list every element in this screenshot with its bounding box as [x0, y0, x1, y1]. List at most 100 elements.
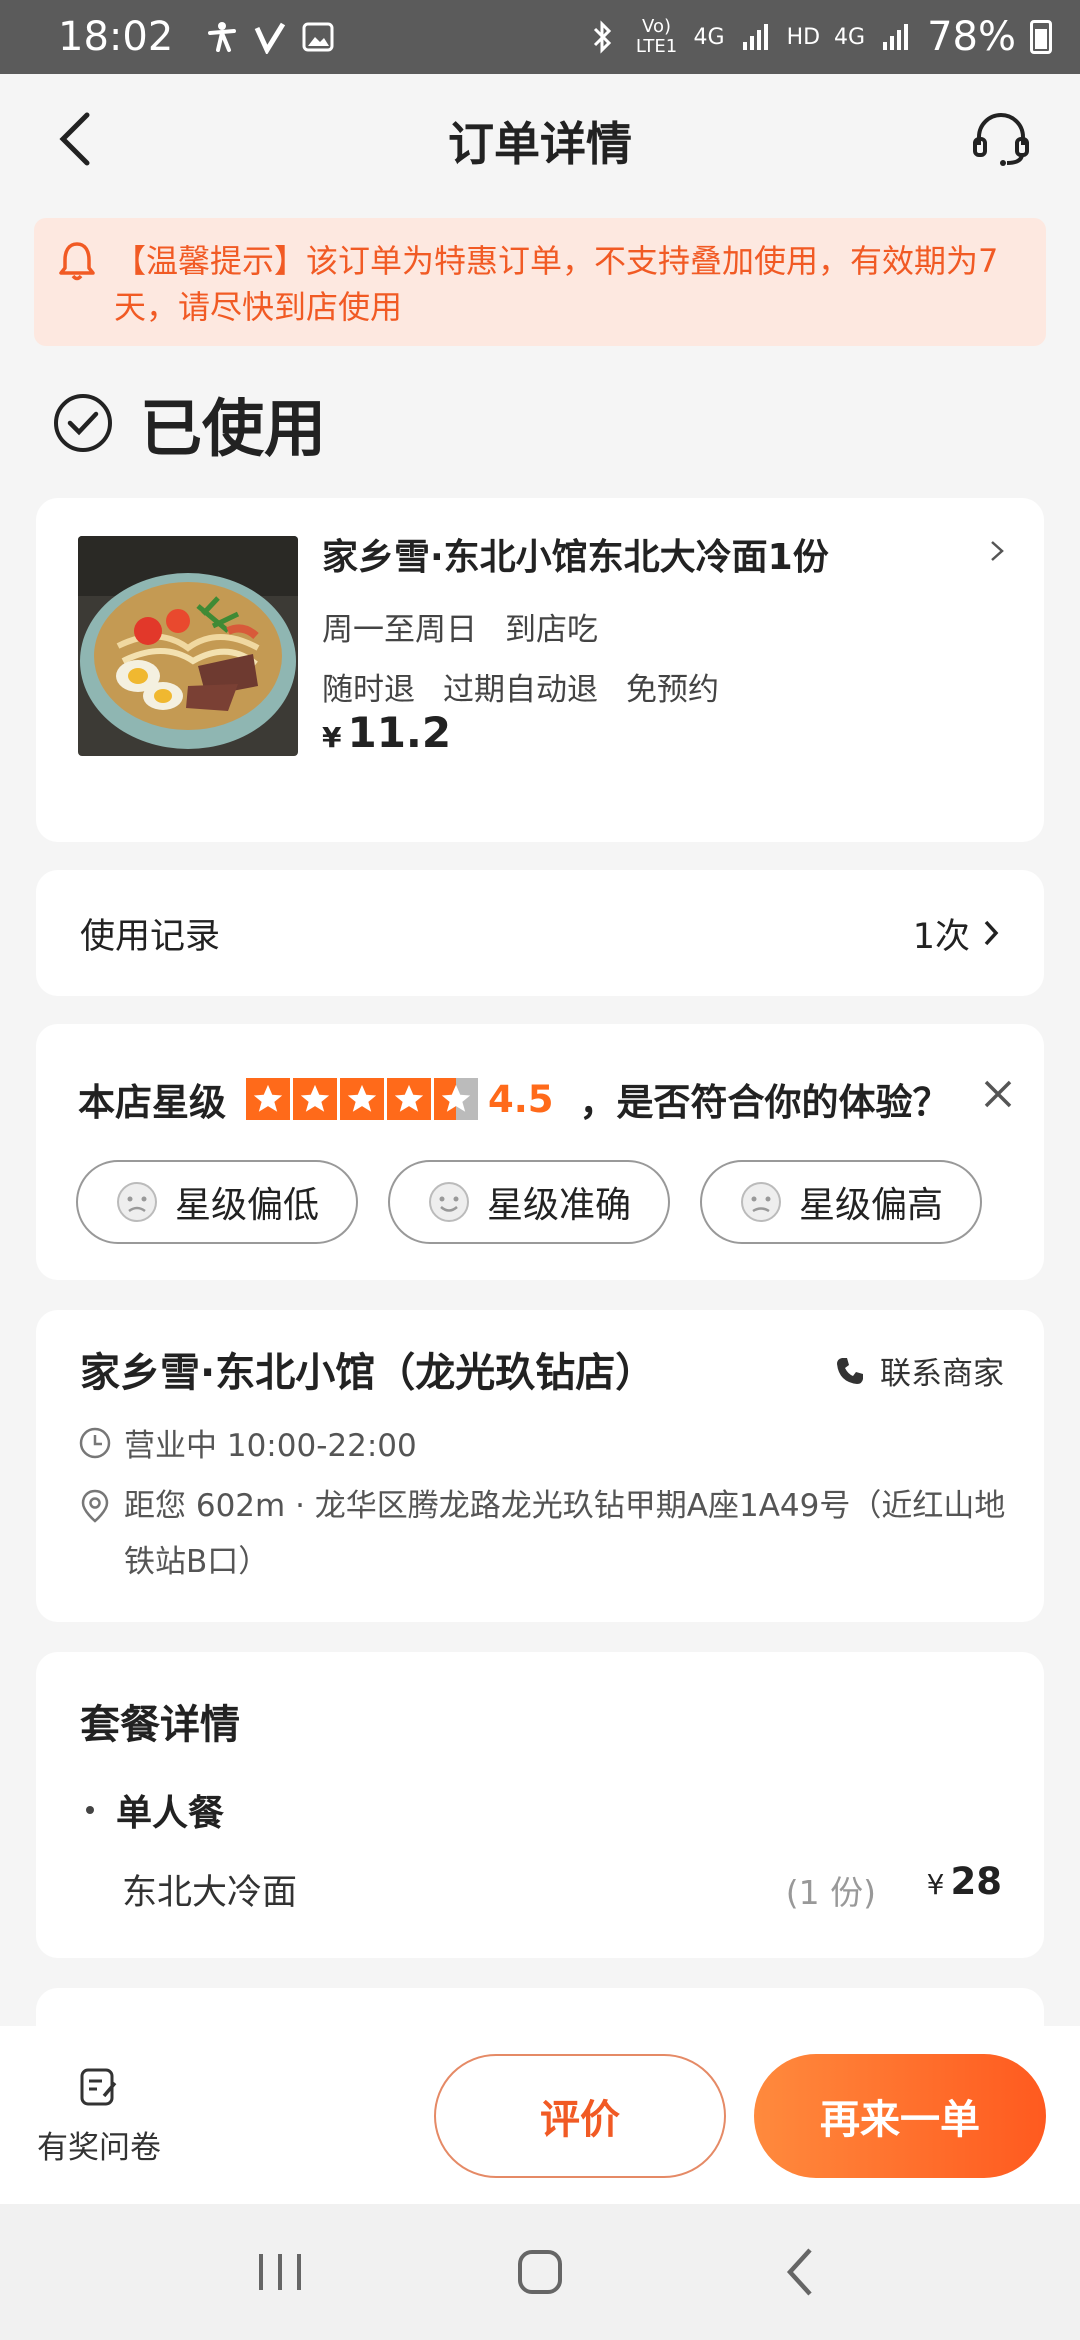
- shop-name[interactable]: 家乡雪·东北小馆（龙光玖钻店）: [80, 1340, 655, 1398]
- bullet-dot: [86, 1806, 94, 1814]
- star-icon: [293, 1078, 337, 1120]
- product-card[interactable]: 家乡雪·东北小馆东北大冷面1份 周一至周日 到店吃 随时退 过期自动退 免预约 …: [36, 498, 1044, 842]
- page-title: 订单详情: [448, 117, 632, 171]
- order-status: 已使用: [52, 378, 326, 468]
- contact-label: 联系商家: [880, 1356, 1004, 1392]
- location-pin-icon: [81, 1489, 109, 1523]
- rating-option-accurate[interactable]: 星级准确: [388, 1160, 670, 1244]
- recents-icon: [259, 2254, 301, 2290]
- product-image: [78, 536, 298, 756]
- product-tag: 过期自动退: [443, 672, 598, 708]
- package-title: 套餐详情: [80, 1702, 240, 1748]
- contact-merchant-button[interactable]: 联系商家: [834, 1348, 1004, 1393]
- currency-symbol: ¥: [322, 721, 342, 754]
- rating-option-high[interactable]: 星级偏高: [700, 1160, 982, 1244]
- rating-row: 本店星级 4.5 ，是否符合你的体验？: [78, 1072, 950, 1126]
- star-icon: [387, 1078, 431, 1120]
- battery-percent: 78%: [927, 14, 1016, 60]
- rating-option-label: 星级准确: [486, 1185, 631, 1226]
- currency-symbol: ¥: [926, 1868, 945, 1901]
- system-back-button[interactable]: [765, 2237, 835, 2307]
- chevron-right-icon: [984, 920, 999, 946]
- rating-option-low[interactable]: 星级偏低: [76, 1160, 358, 1244]
- order-status-text: 已使用: [140, 392, 327, 465]
- rating-question: ，是否符合你的体验？: [579, 1081, 950, 1124]
- bell-icon: [59, 242, 95, 281]
- chevron-left-icon: [59, 112, 90, 166]
- survey-icon: [80, 2068, 117, 2106]
- survey-button[interactable]: 有奖问卷: [32, 2066, 166, 2167]
- status-bar: 18:02 Vo) LTE1 4G HD 4G 78%: [0, 0, 1080, 74]
- package-details-card: 套餐详情 单人餐 东北大冷面 (1 份) ¥ 28: [36, 1652, 1044, 1958]
- product-tags: 随时退 过期自动退 免预约: [322, 664, 719, 709]
- shop-hours: 营业中 10:00-22:00: [78, 1420, 417, 1465]
- bottom-action-bar: 有奖问卷 评价 再来一单: [0, 2026, 1080, 2204]
- smile-face-icon: [428, 1182, 469, 1222]
- reorder-button[interactable]: 再来一单: [754, 2054, 1046, 2178]
- rating-score: 4.5: [488, 1077, 554, 1121]
- chevron-left-icon: [786, 2248, 812, 2296]
- app-header: 订单详情: [0, 74, 1080, 208]
- system-nav-bar: [0, 2204, 1080, 2340]
- accessibility-icon: [205, 20, 239, 54]
- hours-text: 营业中 10:00-22:00: [124, 1428, 417, 1464]
- package-item-price: ¥ 28: [927, 1860, 1002, 1903]
- rating-label: 本店星级: [78, 1081, 226, 1124]
- package-item-name: 东北大冷面: [122, 1873, 298, 1913]
- home-icon: [518, 2250, 562, 2294]
- close-icon[interactable]: [980, 1076, 1016, 1112]
- verified-icon: [253, 20, 287, 54]
- hd-label: HD: [786, 24, 821, 50]
- price-value: 11.2: [347, 708, 452, 757]
- home-button[interactable]: [505, 2237, 575, 2307]
- signal-r-icon: [739, 20, 773, 54]
- package-group-label: 单人餐: [116, 1793, 225, 1834]
- headset-icon: [973, 113, 1029, 166]
- chevron-right-icon: [991, 541, 1004, 561]
- usage-count: 1次: [913, 908, 1000, 959]
- product-title: 家乡雪·东北小馆东北大冷面1份: [322, 537, 829, 578]
- usage-label: 使用记录: [80, 916, 221, 957]
- address-text: 距您 602m · 龙华区腾龙路龙光玖钻甲期A座1A49号（近红山地铁站B口）: [124, 1488, 1006, 1580]
- shop-address[interactable]: 距您 602m · 龙华区腾龙路龙光玖钻甲期A座1A49号（近红山地铁站B口）: [78, 1478, 1028, 1590]
- usage-record-row[interactable]: 使用记录 1次: [36, 870, 1044, 996]
- product-tag: 随时退: [322, 672, 415, 708]
- product-days: 周一至周日: [322, 612, 477, 648]
- package-item-qty: (1 份): [785, 1873, 876, 1912]
- network-4g-label-2: 4G: [834, 24, 866, 50]
- product-tag: 免预约: [626, 672, 719, 708]
- back-button[interactable]: [40, 104, 110, 174]
- gallery-icon: [301, 20, 335, 54]
- frown-face-icon: [740, 1182, 781, 1222]
- customer-service-button[interactable]: [966, 104, 1036, 174]
- price-value: 28: [950, 1860, 1003, 1903]
- product-mode: 到店吃: [505, 612, 598, 648]
- notice-banner: 【温馨提示】该订单为特惠订单，不支持叠加使用，有效期为7天，请尽快到店使用: [34, 218, 1046, 346]
- status-time: 18:02: [58, 14, 174, 60]
- usage-count-text: 1次: [912, 916, 970, 957]
- package-group: 单人餐: [86, 1784, 224, 1836]
- battery-icon: [1030, 20, 1052, 54]
- bluetooth-icon: [586, 20, 620, 54]
- rating-option-label: 星级偏低: [174, 1185, 319, 1226]
- product-schedule: 周一至周日 到店吃: [322, 604, 598, 649]
- notice-text: 【温馨提示】该订单为特惠订单，不支持叠加使用，有效期为7天，请尽快到店使用: [114, 242, 999, 326]
- shop-card: 家乡雪·东北小馆（龙光玖钻店） 联系商家 营业中 10:00-22:00 距您 …: [36, 1310, 1044, 1622]
- rating-options: 星级偏低 星级准确 星级偏高: [76, 1160, 982, 1244]
- signal-icon: [879, 20, 913, 54]
- half-star-icon: [434, 1078, 478, 1120]
- network-4g-label: 4G: [693, 24, 725, 50]
- review-button[interactable]: 评价: [434, 2054, 726, 2178]
- volte-label: Vo) LTE1: [635, 16, 678, 57]
- phone-icon: [837, 1357, 863, 1384]
- recents-button[interactable]: [245, 2237, 315, 2307]
- star-icon: [340, 1078, 384, 1120]
- rating-option-label: 星级偏高: [798, 1185, 943, 1226]
- star-icon: [246, 1078, 290, 1120]
- clock-icon: [79, 1427, 111, 1458]
- survey-label: 有奖问卷: [37, 2130, 161, 2166]
- product-price: ¥ 11.2: [322, 708, 451, 757]
- check-circle-icon: [54, 394, 112, 452]
- sad-face-icon: [116, 1182, 157, 1222]
- star-rating: [246, 1078, 478, 1120]
